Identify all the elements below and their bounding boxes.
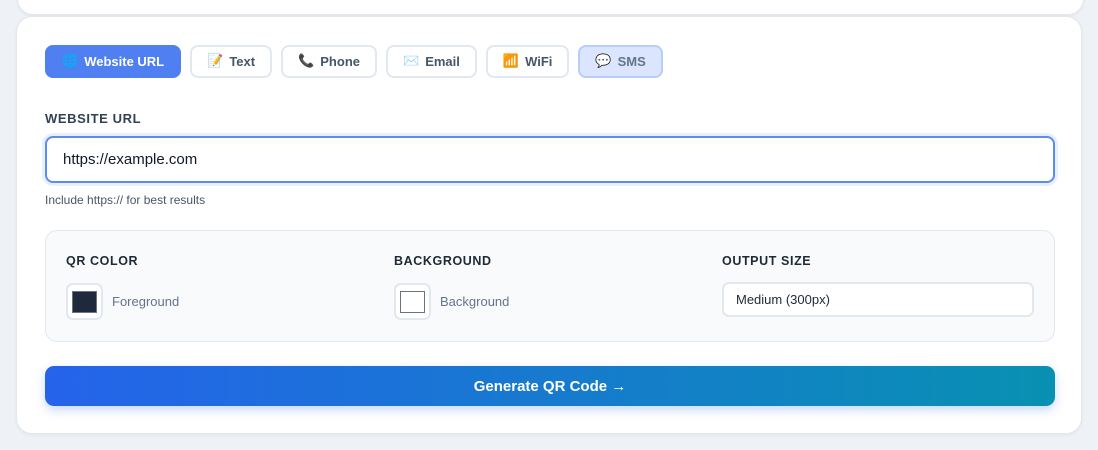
tab-label: Text bbox=[229, 54, 256, 69]
generate-qr-button[interactable]: Generate QR Code → bbox=[45, 366, 1055, 406]
qr-color-option: QR COLOR Foreground bbox=[66, 254, 179, 320]
tab-label: Phone bbox=[320, 54, 360, 69]
tab-text[interactable]: 📝 Text bbox=[190, 45, 273, 78]
tab-label: Email bbox=[425, 54, 460, 69]
tab-sms[interactable]: 💬 SMS bbox=[578, 45, 663, 78]
background-swatch-label: Background bbox=[440, 294, 510, 309]
background-label: BACKGROUND bbox=[394, 254, 492, 268]
qr-generator-card: 🌐 Website URL 📝 Text 📞 Phone ✉️ Email 📶 … bbox=[16, 16, 1082, 434]
foreground-label: Foreground bbox=[112, 294, 180, 309]
output-size-value: Medium (300px) bbox=[736, 292, 830, 307]
previous-card bbox=[17, 0, 1084, 15]
background-option: BACKGROUND Background bbox=[394, 254, 509, 320]
foreground-color-picker[interactable] bbox=[66, 283, 103, 320]
url-input[interactable] bbox=[45, 136, 1055, 183]
foreground-swatch bbox=[72, 290, 97, 313]
speech-bubble-icon: 💬 bbox=[595, 54, 612, 69]
output-size-option: OUTPUT SIZE Medium (300px) bbox=[722, 254, 1034, 317]
background-swatch bbox=[400, 290, 425, 313]
url-field-label: WEBSITE URL bbox=[45, 111, 142, 126]
tab-label: SMS bbox=[617, 54, 646, 69]
background-color-row: Background bbox=[394, 283, 509, 320]
url-hint: Include https:// for best results bbox=[45, 193, 206, 207]
tab-email[interactable]: ✉️ Email bbox=[386, 45, 477, 78]
qr-color-label: QR COLOR bbox=[66, 254, 139, 268]
tab-phone[interactable]: 📞 Phone bbox=[281, 45, 377, 78]
type-tabs: 🌐 Website URL 📝 Text 📞 Phone ✉️ Email 📶 … bbox=[45, 45, 663, 78]
tab-label: Website URL bbox=[84, 54, 165, 69]
background-color-picker[interactable] bbox=[394, 283, 431, 320]
tab-label: WiFi bbox=[525, 54, 553, 69]
phone-icon: 📞 bbox=[298, 54, 315, 69]
envelope-icon: ✉️ bbox=[403, 54, 420, 69]
tab-website-url[interactable]: 🌐 Website URL bbox=[45, 45, 182, 78]
wifi-signal-icon: 📶 bbox=[502, 54, 520, 69]
qr-color-row: Foreground bbox=[66, 283, 179, 320]
style-options-panel: QR COLOR Foreground BACKGROUND Backgroun… bbox=[45, 230, 1055, 342]
tab-wifi[interactable]: 📶 WiFi bbox=[485, 45, 570, 78]
output-size-label: OUTPUT SIZE bbox=[722, 254, 812, 268]
output-size-select[interactable]: Medium (300px) bbox=[722, 282, 1034, 317]
globe-icon: 🌐 bbox=[62, 54, 79, 69]
memo-icon: 📝 bbox=[207, 54, 224, 69]
